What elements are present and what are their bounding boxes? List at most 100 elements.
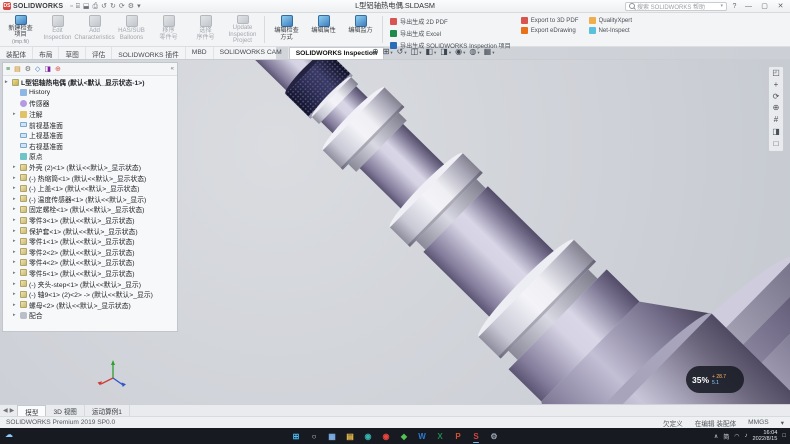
- ribbon-button-renumber-balloons[interactable]: 移序 零件号: [150, 14, 187, 45]
- tree-item[interactable]: ▸零件4<2> (默认<<默认>_显示状态): [3, 257, 177, 268]
- rebuild-icon[interactable]: ⟳: [119, 3, 125, 10]
- expander-icon[interactable]: ▸: [13, 111, 18, 117]
- network-icon[interactable]: ◠: [734, 433, 739, 440]
- fullscreen-icon[interactable]: □: [770, 140, 782, 149]
- export-item-export-2d-pdf[interactable]: 导出生成 2D PDF: [390, 17, 511, 26]
- expander-icon[interactable]: ▸: [13, 238, 18, 244]
- solidworks-icon[interactable]: S: [470, 430, 482, 442]
- expander-icon[interactable]: ▸: [13, 185, 18, 191]
- ribbon-tab[interactable]: SOLIDWORKS 插件: [112, 47, 186, 59]
- settings-icon[interactable]: ⚙: [488, 430, 500, 442]
- tab-dimxpertmanager[interactable]: ◇: [35, 66, 40, 73]
- export-item-export-3d-pdf[interactable]: Export to 3D PDF: [521, 17, 579, 24]
- ribbon-button-edit-inspection[interactable]: Edit Inspection: [39, 14, 76, 45]
- start-icon[interactable]: ⊞: [290, 430, 302, 442]
- section-view-icon[interactable]: ◫▾: [411, 48, 422, 56]
- expander-icon[interactable]: ▸: [13, 281, 18, 287]
- wechat-icon[interactable]: ◆: [398, 430, 410, 442]
- tree-item[interactable]: ▸零件1<1> (默认<<默认>_显示状态): [3, 236, 177, 247]
- measure-icon[interactable]: #: [770, 116, 782, 125]
- ribbon-tab[interactable]: 评估: [86, 47, 112, 59]
- expander-icon[interactable]: ▸: [13, 312, 18, 318]
- tree-item[interactable]: ▸外壳 (2)<1> (默认<<默认>_显示状态): [3, 162, 177, 173]
- tab-configurationmanager[interactable]: ⚙: [25, 66, 31, 73]
- tree-item[interactable]: ▸前视基准面: [3, 119, 177, 130]
- help-search-input[interactable]: 搜索 SOLIDWORKS 帮助 ▾: [625, 2, 727, 11]
- chrome-icon[interactable]: ◉: [380, 430, 392, 442]
- tree-item[interactable]: ▸原点: [3, 151, 177, 162]
- excel-icon[interactable]: X: [434, 430, 446, 442]
- minimize-button[interactable]: —: [742, 3, 755, 10]
- open-file-icon[interactable]: ⌸: [76, 3, 80, 10]
- tab-featuremanager[interactable]: ≡: [6, 66, 10, 73]
- ribbon-tab[interactable]: 布局: [33, 47, 59, 59]
- redo-icon[interactable]: ↻: [110, 3, 116, 10]
- ribbon-button-new-inspection-project[interactable]: 新建检查 项目(imp.fii): [2, 14, 39, 45]
- ribbon-button-select-balloons[interactable]: 选择 序件号: [187, 14, 224, 45]
- edge-icon[interactable]: ◉: [362, 430, 374, 442]
- expander-icon[interactable]: ▸: [13, 228, 18, 234]
- new-file-icon[interactable]: ▫: [70, 3, 72, 10]
- apply-scene-icon[interactable]: ▦▾: [484, 48, 495, 56]
- ribbon-tab[interactable]: MBD: [186, 47, 214, 59]
- tree-item[interactable]: ▸零件3<1> (默认<<默认>_显示状态): [3, 215, 177, 226]
- model-tab-scroll-icon[interactable]: ▶: [10, 407, 15, 414]
- view-orientation-icon[interactable]: ◧▾: [425, 48, 436, 56]
- taskbar-clock[interactable]: 16:04 2022/8/15: [752, 430, 777, 443]
- export-item-qualityxpert[interactable]: QualityXpert: [589, 17, 633, 24]
- file-explorer-icon[interactable]: ▤: [344, 430, 356, 442]
- model-tab[interactable]: 模型: [17, 405, 46, 416]
- tree-item[interactable]: ▸上视基准面: [3, 130, 177, 141]
- model-tab[interactable]: 运动算例1: [85, 405, 130, 416]
- display-style-icon[interactable]: ◨▾: [440, 48, 451, 56]
- expander-icon[interactable]: ▸: [13, 196, 18, 202]
- tree-item[interactable]: ▸注解: [3, 109, 177, 120]
- tree-item[interactable]: ▸右视基准面: [3, 141, 177, 152]
- ribbon-button-edit-inspection-method[interactable]: 编辑检查 方式: [268, 14, 305, 45]
- undo-icon[interactable]: ↺: [101, 3, 107, 10]
- zoom-area-icon[interactable]: ⊞▾: [383, 48, 393, 56]
- tree-item[interactable]: ▸螺母<2> (默认<<默认>_显示状态): [3, 299, 177, 310]
- zoom-icon[interactable]: ⊕: [770, 104, 782, 113]
- notification-icon[interactable]: □: [782, 433, 786, 439]
- ribbon-button-edit-properties[interactable]: 编辑属性: [305, 14, 342, 45]
- hide-show-items-icon[interactable]: ◉▾: [455, 48, 465, 56]
- edit-appearance-icon[interactable]: ◍▾: [469, 48, 479, 56]
- tree-item[interactable]: ▸(-) 上盖<1> (默认<<默认>_显示状态): [3, 183, 177, 194]
- zoom-fit-icon[interactable]: ⊕: [372, 48, 379, 56]
- ribbon-button-has-sub-balloons[interactable]: HAS/SUB Balloons: [113, 14, 150, 45]
- tree-item[interactable]: ▸History: [3, 88, 177, 99]
- tab-inspection[interactable]: ⊕: [55, 66, 61, 73]
- tab-propertymanager[interactable]: ▤: [14, 66, 21, 73]
- tray-expand-icon[interactable]: ∧: [714, 433, 718, 440]
- help-button[interactable]: ?: [730, 3, 739, 10]
- expander-icon[interactable]: ▸: [5, 79, 10, 85]
- expander-icon[interactable]: ▸: [13, 270, 18, 276]
- expander-icon[interactable]: ▸: [13, 164, 18, 170]
- tree-item[interactable]: ▸(-) 夹头-step<1> (默认<<默认>_显示): [3, 278, 177, 289]
- tree-item[interactable]: ▸传感器: [3, 98, 177, 109]
- maximize-button[interactable]: ▢: [758, 2, 771, 10]
- view-selector-icon[interactable]: ◰: [770, 69, 782, 78]
- expander-icon[interactable]: ▸: [13, 291, 18, 297]
- expander-icon[interactable]: ▸: [13, 206, 18, 212]
- tree-item[interactable]: ▸零件5<1> (默认<<默认>_显示状态): [3, 268, 177, 279]
- pan-icon[interactable]: +: [770, 81, 782, 90]
- tab-displaymanager[interactable]: ◨: [44, 66, 51, 73]
- panel-collapse-button[interactable]: «: [171, 66, 174, 72]
- print-icon[interactable]: ⎙: [93, 3, 99, 10]
- task-view-icon[interactable]: ▦: [326, 430, 338, 442]
- word-icon[interactable]: W: [416, 430, 428, 442]
- expander-icon[interactable]: ▸: [13, 259, 18, 265]
- powerpoint-icon[interactable]: P: [452, 430, 464, 442]
- rotate-view-icon[interactable]: ⟳: [770, 93, 782, 102]
- ribbon-button-add-characteristics[interactable]: Add Characteristics: [76, 14, 113, 45]
- close-button[interactable]: ✕: [774, 2, 787, 10]
- display-settings-icon[interactable]: ◨: [770, 128, 782, 137]
- ribbon-tab[interactable]: 装配体: [0, 47, 33, 59]
- export-item-export-edrawing[interactable]: Export eDrawing: [521, 27, 579, 34]
- tree-item[interactable]: ▸(-) 轴9<1> (2)<2> -> (默认<<默认>_显示): [3, 289, 177, 300]
- previous-view-icon[interactable]: ↺▾: [397, 48, 407, 56]
- tree-item[interactable]: ▸固定螺栓<1> (默认<<默认>_显示状态): [3, 204, 177, 215]
- export-item-net-inspect[interactable]: Net-Inspect: [589, 27, 633, 34]
